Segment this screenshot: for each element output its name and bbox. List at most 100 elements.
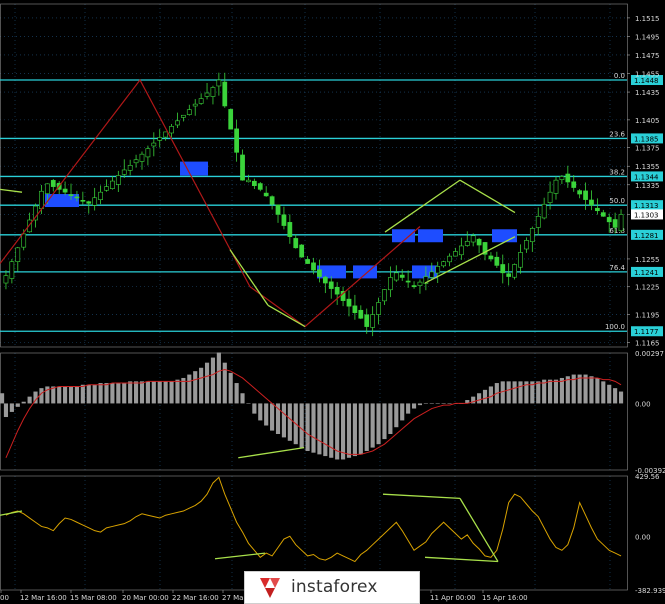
macd-bar — [104, 383, 109, 404]
candle-body — [577, 190, 583, 195]
candle-body — [589, 199, 594, 206]
candle-body — [86, 201, 92, 204]
candle-body — [263, 192, 269, 197]
candle-body — [157, 137, 163, 141]
candle-body — [163, 131, 169, 138]
candle-body — [110, 180, 115, 189]
candle-body — [204, 92, 210, 97]
candle-body — [139, 153, 145, 162]
candle-body — [287, 222, 293, 237]
panel-frame — [0, 3, 628, 348]
candle-body — [541, 203, 547, 219]
macd-bar — [199, 367, 204, 404]
macd-bar — [228, 372, 233, 404]
fib-level-label: 0.0 — [614, 72, 625, 80]
fib-price-label: 1.1241 — [634, 269, 659, 277]
fib-price-label: 1.1177 — [634, 328, 659, 336]
macd-bar — [258, 403, 263, 421]
macd-bar — [3, 403, 9, 418]
logo-icon — [260, 578, 280, 598]
macd-bar — [429, 403, 434, 404]
candle-body — [529, 228, 535, 243]
candle-body — [411, 285, 417, 288]
fib-price-label: 1.1385 — [634, 135, 659, 143]
candle-body — [104, 186, 109, 191]
candle-body — [240, 154, 245, 181]
time-tick-label: 12 Mar 16:00 — [20, 594, 67, 602]
candle-body — [612, 219, 618, 228]
candle-body — [181, 114, 186, 118]
candle-body — [518, 252, 523, 268]
cci-trend-line — [424, 556, 499, 563]
macd-bar — [216, 352, 221, 404]
candle-body — [216, 79, 222, 87]
fib-price-label: 1.1344 — [634, 173, 659, 181]
candle-body — [334, 286, 340, 295]
candle-body — [352, 305, 358, 313]
price-tick-label: 1.1515 — [635, 15, 660, 23]
candle-body — [524, 240, 529, 250]
macd-bar — [234, 383, 239, 404]
macd-bar — [287, 403, 292, 441]
candle-body — [618, 214, 624, 232]
candle-body — [382, 289, 387, 302]
chart-canvas: 0.01.144823.61.138538.21.134450.01.13136… — [0, 3, 665, 602]
candle-body — [559, 176, 565, 180]
candle-body — [364, 314, 370, 327]
macd-bar — [512, 381, 517, 404]
candle-body — [346, 298, 352, 307]
macd-bar — [548, 379, 553, 404]
candle-body — [228, 109, 234, 130]
fib-price-label: 1.1281 — [634, 232, 659, 240]
price-tick-label: 1.1495 — [635, 33, 660, 41]
candle-body — [121, 169, 127, 175]
macd-bar — [9, 403, 14, 412]
candle-body — [127, 165, 133, 171]
macd-tick-label: 0.00 — [635, 400, 651, 408]
price-trend-line — [229, 249, 269, 306]
candle-body — [305, 259, 310, 264]
candle-body — [553, 179, 559, 194]
macd-bar — [601, 381, 606, 404]
macd-bar — [246, 403, 251, 404]
candle-body — [476, 238, 482, 246]
candle-body — [44, 183, 50, 194]
time-tick-label: 15 Mar 08:00 — [70, 594, 117, 602]
macd-bar — [151, 381, 156, 404]
candle-body — [399, 274, 405, 278]
time-tick-label: 22 Mar 16:00 — [172, 594, 219, 602]
candle-body — [133, 159, 139, 164]
candle-body — [441, 261, 446, 267]
candle-body — [92, 197, 98, 206]
macd-bar — [323, 403, 328, 457]
macd-bar — [346, 403, 352, 458]
macd-bar — [187, 374, 192, 404]
time-tick-label: 00 — [0, 594, 9, 602]
macd-bar — [364, 403, 369, 451]
candle-body — [21, 233, 27, 248]
macd-bar — [435, 403, 440, 404]
candle-body — [275, 204, 281, 215]
candle-body — [328, 281, 334, 289]
time-tick-label: 27 Ma — [222, 594, 243, 602]
price-zone — [418, 229, 443, 243]
candle-body — [269, 196, 275, 205]
candle-body — [198, 98, 204, 104]
fib-level-label: 50.0 — [609, 197, 625, 205]
macd-bar — [329, 403, 334, 458]
price-trend-line — [384, 179, 461, 233]
macd-bar — [618, 391, 624, 404]
time-tick-label: 15 Apr 16:00 — [482, 594, 528, 602]
candle-body — [9, 261, 15, 279]
macd-bar — [145, 381, 150, 404]
candle-body — [311, 262, 316, 271]
candle-body — [299, 244, 305, 258]
candle-body — [151, 142, 157, 147]
candle-body — [470, 235, 476, 243]
macd-bar — [281, 403, 286, 438]
candle-body — [98, 191, 103, 201]
macd-bar — [305, 403, 310, 451]
macd-bar — [589, 376, 594, 404]
macd-bar — [128, 381, 133, 404]
price-trend-line — [459, 179, 516, 214]
